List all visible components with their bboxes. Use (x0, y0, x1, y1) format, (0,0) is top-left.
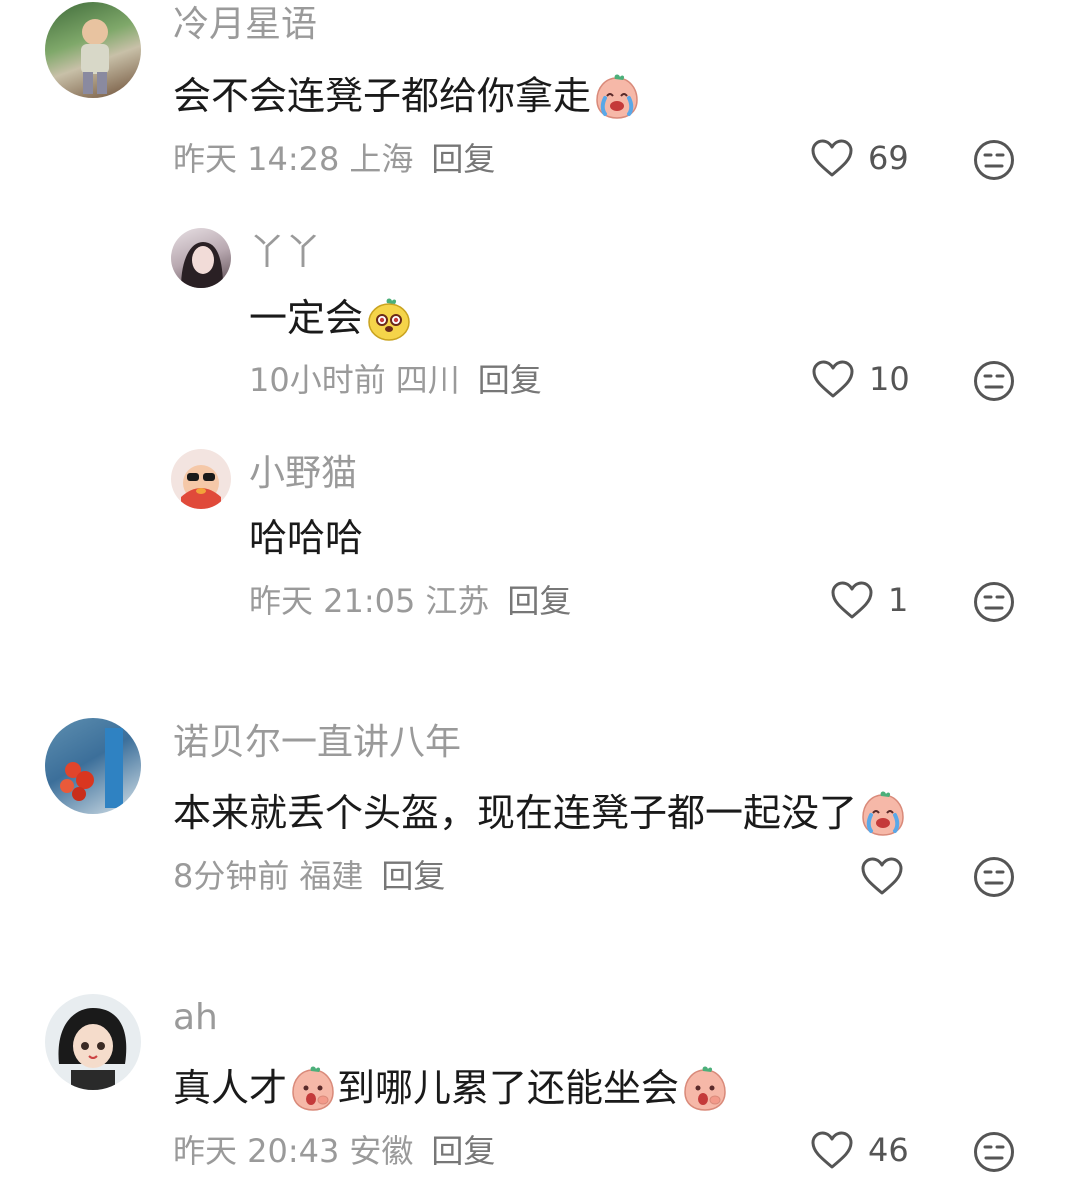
comment-text: 一定会 (249, 294, 413, 342)
reply-button[interactable]: 回复 (381, 856, 445, 896)
heart-outline-icon (811, 359, 855, 399)
avatar[interactable] (45, 718, 141, 814)
like-button[interactable] (860, 856, 904, 896)
timestamp: 昨天 21:05 (249, 582, 416, 620)
meh-face-icon[interactable] (973, 856, 1015, 898)
username[interactable]: 诺贝尔一直讲八年 (173, 721, 461, 765)
crying-peach-emoji (593, 72, 641, 120)
heart-outline-icon (810, 1130, 854, 1170)
meh-face-icon[interactable] (973, 581, 1015, 623)
like-count: 1 (888, 581, 909, 619)
reply-button[interactable]: 回复 (431, 139, 495, 179)
comment-meta: 10小时前 四川 回复 (249, 360, 542, 400)
username[interactable]: 丫丫 (249, 231, 321, 275)
like-button[interactable]: 46 (810, 1130, 909, 1170)
avatar[interactable] (45, 994, 141, 1090)
timestamp: 10小时前 (249, 361, 386, 399)
location: 安徽 (349, 1132, 414, 1170)
location: 福建 (299, 857, 364, 895)
meh-face-icon[interactable] (973, 1131, 1015, 1173)
shocked-peach-emoji (681, 1064, 729, 1112)
comment-text: 本来就丢个头盔，现在连凳子都一起没了 (173, 789, 907, 837)
like-button[interactable]: 10 (811, 359, 910, 399)
heart-outline-icon (860, 856, 904, 896)
like-count: 10 (869, 360, 910, 398)
like-button[interactable]: 1 (830, 580, 908, 620)
timestamp: 8分钟前 (173, 857, 290, 895)
reply-button[interactable]: 回复 (431, 1131, 495, 1171)
timestamp: 昨天 14:28 (173, 140, 340, 178)
username[interactable]: 冷月星语 (173, 3, 317, 47)
comment-meta: 昨天 20:43 安徽 回复 (173, 1131, 495, 1171)
username[interactable]: ah (173, 996, 218, 1040)
timestamp: 昨天 20:43 (173, 1132, 340, 1170)
reply-button[interactable]: 回复 (478, 360, 542, 400)
like-count: 46 (868, 1131, 909, 1169)
comment-meta: 8分钟前 福建 回复 (173, 856, 445, 896)
like-count: 69 (868, 139, 909, 177)
location: 上海 (349, 140, 414, 178)
location: 江苏 (425, 582, 490, 620)
avatar[interactable] (171, 449, 231, 509)
comment-text: 哈哈哈 (249, 516, 364, 560)
yellow-dog-emoji (365, 294, 413, 342)
shocked-peach-emoji (289, 1064, 337, 1112)
comment-meta: 昨天 14:28 上海 回复 (173, 139, 495, 179)
meh-face-icon[interactable] (973, 360, 1015, 402)
crying-peach-emoji (859, 789, 907, 837)
comment-meta: 昨天 21:05 江苏 回复 (249, 581, 571, 621)
meh-face-icon[interactable] (973, 139, 1015, 181)
avatar[interactable] (171, 228, 231, 288)
reply-button[interactable]: 回复 (507, 581, 571, 621)
username[interactable]: 小野猫 (249, 452, 357, 496)
comment-text: 会不会连凳子都给你拿走 (173, 72, 641, 120)
comment-text: 真人才 到哪儿累了还能坐会 (173, 1064, 729, 1112)
heart-outline-icon (810, 138, 854, 178)
like-button[interactable]: 69 (810, 138, 909, 178)
avatar[interactable] (45, 2, 141, 98)
heart-outline-icon (830, 580, 874, 620)
location: 四川 (395, 361, 460, 399)
